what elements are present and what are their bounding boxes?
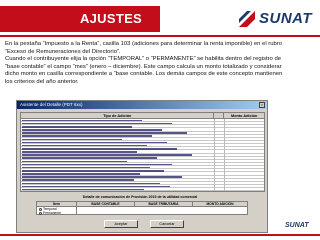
header-divider: [0, 35, 320, 37]
col-base-tributaria: BASE TRIBUTARIA: [135, 202, 193, 206]
assistant-dialog: Asistente del Detalle (PDT 6xx) × Tipo d…: [16, 100, 268, 233]
grid-header-amount: Monto Adición: [231, 114, 258, 118]
paragraph-line: los criterios del año anterior.: [5, 78, 79, 85]
detail-panel: Detalle de comunicación de Provisión 201…: [20, 195, 265, 231]
grid-body: [21, 119, 264, 191]
grid-header-type: Tipo de Adición: [21, 113, 215, 118]
grid-row-text: [22, 182, 160, 185]
grid-row-text: [22, 147, 177, 150]
grid-row-text: [22, 163, 172, 166]
col-monto-adicion: MONTO ADICIÓN: [206, 202, 234, 206]
col-base-contable: BASE CONTABLE: [77, 202, 135, 206]
sunat-logo-icon: [239, 11, 255, 27]
grid-column-description: [21, 119, 215, 191]
cancel-button[interactable]: Cancelar: [150, 220, 184, 228]
dialog-title: Asistente del Detalle (PDT 6xx): [17, 101, 267, 109]
grid-row-text: [22, 185, 170, 188]
paragraph-line: En la pestaña “Impuesto a la Renta”, cas…: [5, 41, 283, 47]
slide-header: AJUSTES SUNAT: [0, 0, 320, 40]
grid-row-amount[interactable]: [225, 188, 264, 191]
slide-title: AJUSTES: [79, 11, 143, 26]
grid-row-text: [22, 157, 157, 159]
option-row-permanente[interactable]: Permanente: [37, 211, 247, 215]
grid-row-text: [22, 119, 142, 122]
footer-divider: [0, 234, 320, 236]
grid-row-text: [22, 125, 132, 128]
grid-row-check[interactable]: [215, 188, 225, 191]
brand-name: SUNAT: [259, 10, 313, 27]
col-item: Ítem: [37, 202, 77, 206]
radio-permanente[interactable]: [39, 211, 42, 215]
paragraph-line: dicho monto en casilla correspondiente a…: [5, 71, 283, 78]
close-icon[interactable]: ×: [259, 102, 265, 108]
detail-panel-header: Detalle de comunicación de Provisión 201…: [82, 195, 198, 199]
option-label: Permanente: [43, 211, 61, 215]
grid-row-text: [22, 122, 172, 125]
grid-header-check: [214, 113, 225, 118]
paragraph-line: Cuando el contribuyente elija la opción …: [5, 56, 282, 63]
additions-grid: Tipo de Adición Monto Adición: [20, 112, 265, 192]
detail-table: Ítem BASE CONTABLE BASE TRIBUTARIA MONTO…: [36, 201, 248, 215]
grid-row-text: [22, 188, 144, 191]
paragraph-line: “Exceso de Remuneraciones del Directorio…: [5, 48, 121, 55]
grid-row-text: [22, 135, 152, 137]
grid-row-text: [22, 144, 147, 147]
grid-column-check: [214, 119, 225, 191]
grid-column-amount: [224, 119, 264, 191]
grid-row-text: [22, 166, 150, 169]
grid-row-text: [22, 169, 164, 172]
grid-row-text: [22, 173, 140, 175]
grid-row-text: [22, 151, 137, 153]
grid-row[interactable]: [21, 188, 215, 191]
grid-row-text: [22, 138, 122, 141]
grid-row-text: [22, 154, 192, 156]
grid-row-text: [22, 176, 182, 178]
accept-button[interactable]: Aceptar: [104, 220, 138, 228]
grid-row-text: [22, 141, 167, 144]
footer-brand: SUNAT: [285, 222, 309, 229]
paragraph-line: “base contable” el campo “mes” (enero – …: [5, 63, 282, 70]
grid-row-text: [22, 132, 187, 134]
grid-row-text: [22, 179, 134, 181]
description-paragraph: En la pestaña “Impuesto a la Renta”, cas…: [5, 41, 317, 87]
grid-row-text: [22, 160, 127, 163]
grid-row-text: [22, 129, 162, 131]
sunat-logo: SUNAT: [237, 8, 317, 30]
